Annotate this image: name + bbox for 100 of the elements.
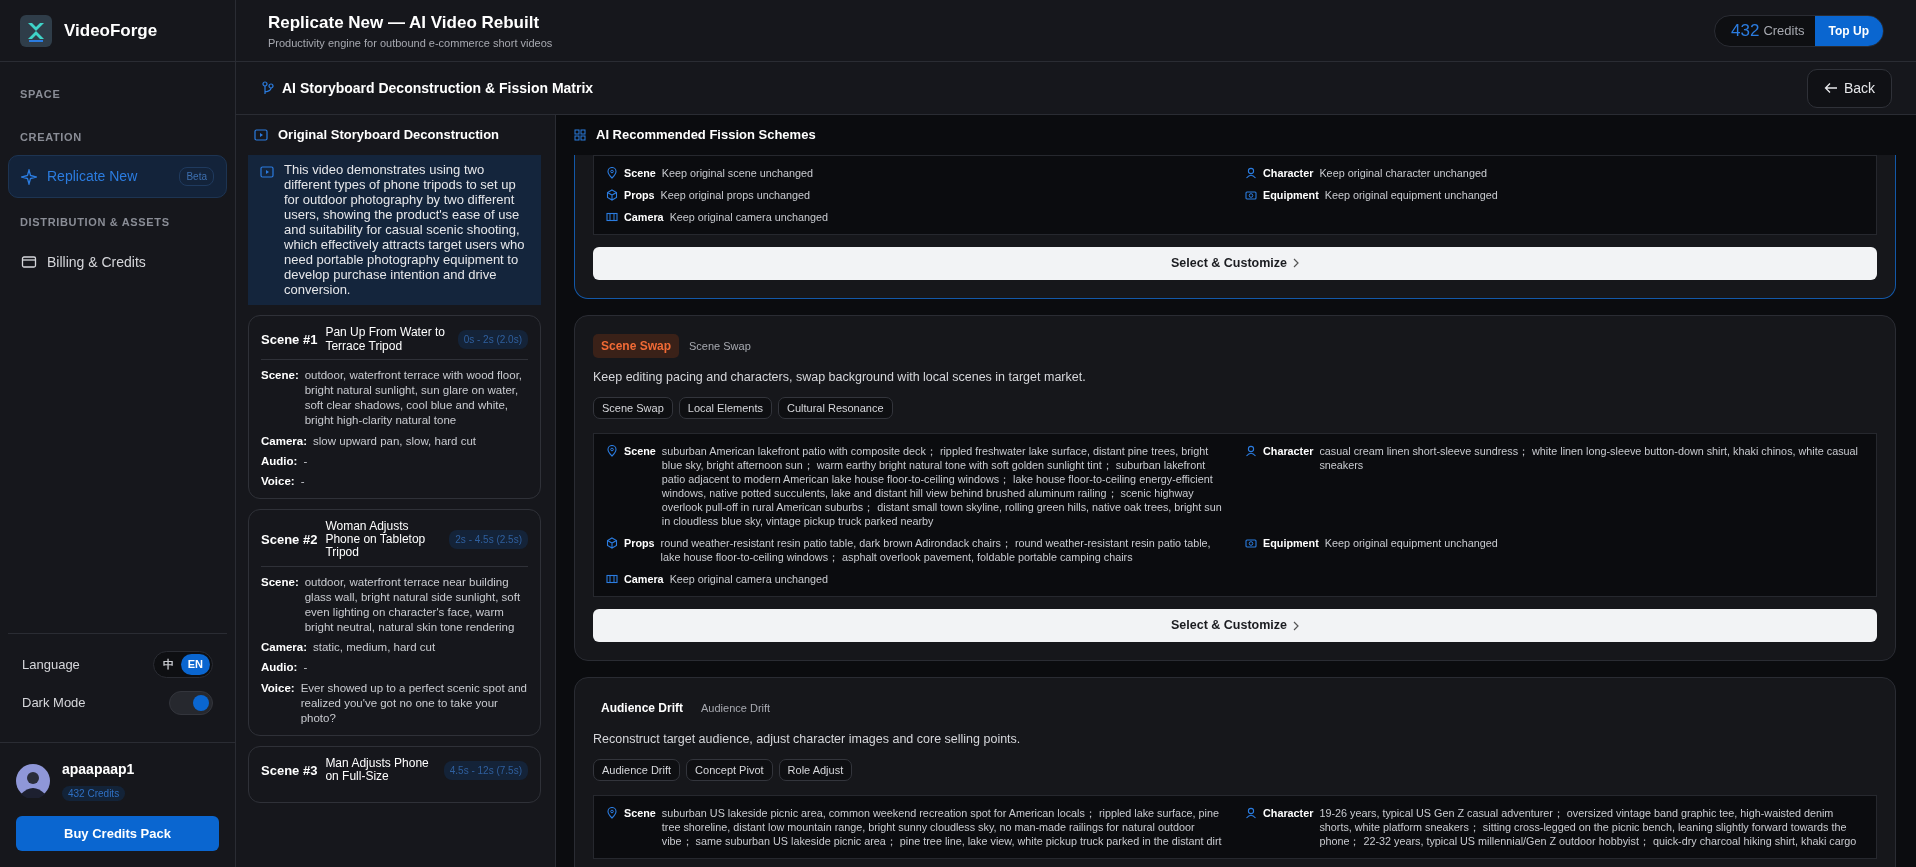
column-title: Original Storyboard Deconstruction — [278, 126, 500, 145]
section-heading: CREATION — [19, 129, 83, 145]
scheme-tag: Scene Swap — [593, 333, 680, 358]
scene-number: Scene #3 — [261, 761, 318, 780]
detail-value: Keep original equipment unchanged — [1324, 536, 1498, 551]
select-customize-button[interactable]: Select & Customize — [593, 247, 1877, 280]
section-title: AI Storyboard Deconstruction & Fission Matrix — [282, 78, 594, 98]
dark-mode-switch[interactable] — [169, 690, 213, 715]
field-label: Voice: — [261, 680, 295, 696]
select-customize-button[interactable]: Select & Customize — [593, 609, 1877, 643]
field-value: Ever showed up to a perfect scenic spot and realized you've got no one to take your photo? — [300, 680, 528, 726]
buy-credits-button[interactable]: Buy Credits Pack — [16, 815, 219, 851]
setting-label: Dark Mode — [22, 693, 86, 712]
beta-badge: Beta — [179, 167, 214, 186]
user-icon — [1245, 445, 1257, 458]
branch-icon — [262, 81, 274, 95]
logo-icon — [20, 14, 52, 47]
video-icon — [260, 165, 274, 179]
setting-label: Language — [22, 655, 80, 674]
scheme-subtitle: Audience Drift — [701, 700, 771, 716]
detail-label: Camera — [624, 210, 664, 225]
detail-label: Camera — [624, 572, 664, 587]
detail-value: casual cream linen short-sleeve sundress； white linen long-sleeve button-down shirt, khaki chinos, white casual sneakers — [1319, 444, 1859, 473]
keyword-chip: Scene Swap — [593, 396, 673, 420]
back-button[interactable]: Back — [1806, 68, 1892, 108]
camera-icon — [1245, 189, 1257, 202]
field-value: - — [303, 453, 309, 469]
detail-label: Character — [1263, 806, 1314, 821]
scene-title: Woman Adjusts Phone on Tabletop Tripod — [325, 520, 427, 560]
field-label: Voice: — [261, 473, 295, 489]
user-icon — [1245, 167, 1257, 179]
sparkle-icon — [21, 168, 37, 185]
keyword-chip: Audience Drift — [593, 758, 681, 782]
detail-label: Props — [624, 536, 655, 551]
time-badge: 0s - 2s (2.0s) — [457, 330, 528, 350]
scene-number: Scene #1 — [261, 330, 318, 349]
film-icon — [606, 573, 618, 586]
field-value: slow upward pan, slow, hard cut — [313, 433, 478, 449]
scene-title: Pan Up From Water to Terrace Tripod — [325, 326, 446, 353]
grid-icon — [574, 129, 586, 141]
brand-name: VideoForge — [64, 19, 158, 42]
scheme-description: Reconstruct target audience, adjust character images and core selling points. — [593, 731, 1022, 749]
section-heading: DISTRIBUTION & ASSETS — [19, 215, 171, 230]
detail-value: Keep original scene unchanged — [661, 166, 814, 181]
detail-label: Equipment — [1263, 188, 1319, 203]
detail-value: Keep original camera unchanged — [669, 572, 829, 587]
field-value: - — [303, 660, 309, 676]
page-subtitle: Productivity engine for outbound e-commerce short videos — [268, 36, 553, 51]
arrow-left-icon — [1823, 82, 1838, 94]
time-badge: 2s - 4.5s (2.5s) — [449, 530, 528, 550]
section-heading: SPACE — [19, 87, 62, 102]
detail-label: Character — [1263, 166, 1314, 181]
field-value: - — [300, 473, 306, 489]
scene-title: Man Adjusts Phone on Full-Size — [325, 757, 430, 784]
field-label: Camera: — [261, 640, 308, 656]
detail-value: Keep original character unchanged — [1319, 166, 1487, 181]
field-value: static, medium, hard cut — [313, 640, 437, 656]
credits-label: Credits — [1763, 21, 1806, 40]
detail-label: Scene — [624, 166, 656, 181]
cube-icon — [606, 189, 618, 202]
field-label: Camera: — [261, 433, 308, 449]
pin-icon — [606, 807, 618, 820]
field-value: outdoor, waterfront terrace with wood floor, bright natural sunlight, sun glare on water, soft clear shadows, cool blue and white, bright high-clarity natural tone — [304, 367, 524, 429]
film-icon — [606, 211, 618, 224]
top-up-button[interactable]: Top Up — [1814, 15, 1883, 46]
language-option[interactable]: 中 — [155, 654, 181, 675]
sidebar-item[interactable]: Replicate New Beta — [8, 155, 227, 198]
avatar — [16, 764, 50, 798]
user-name: apaapaap1 — [62, 759, 135, 779]
field-label: Scene: — [261, 574, 299, 590]
chevron-right-icon — [1293, 620, 1299, 631]
pin-icon — [606, 445, 618, 458]
detail-value: suburban American lakefront patio with composite deck； rippled freshwater lake surface, distant pine trees, bright blue sky, bright afternoon sun； warm earthy bright natural tone with soft golden sunlight tint； suburban lakefront patio adjacent to modern American lake house floor-to-ceiling windows； lake house floor-to-ceiling energy-efficient windows, native potted succulents, lake and distant hill view behind brushed aluminum railing； scenic highway overlook pull-off in rural American suburbs； distant small town skyline, rolling green hills, native oak trees, bright sun in cloudless blue sky, vintage pickup truck parked nearby — [661, 444, 1223, 529]
detail-value: suburban US lakeside picnic area, common weekend recreation spot for American locals； rippled lake surface, pine tree shoreline, distant low mountain range, bright sunny cloudless sky, no man-made railings for natural outdoor vibe； same suburban US lakeside picnic area； pine tree line, lake view, white pickup truck parked in the distant dirt — [661, 806, 1223, 849]
summary-text: This video demonstrates using two different types of phone tripods to set up for outdoor photography by two different users, showing the product's ease of use and suitability for casual scenic shooting, which effectively attracts target users who need portable photography equipment to develop purchase intention and drive conversion. — [284, 163, 526, 298]
credits-value: 432 — [1730, 19, 1761, 42]
field-label: Audio: — [261, 453, 298, 469]
keyword-chip: Local Elements — [678, 396, 772, 420]
language-toggle[interactable]: 中 EN — [152, 651, 213, 678]
field-value: outdoor, waterfront terrace near building glass wall, bright natural side sunlight, soft even lighting on character's face, warm bright neutral, natural skin tone rendering — [304, 574, 522, 636]
page-title: Replicate New — AI Video Rebuilt — [268, 11, 541, 34]
detail-value: 19-26 years, typical US Gen Z casual adventurer； oversized vintage band graphic tee, high-waisted denim shorts, white platform sneakers； sitting cross-legged on the picnic bench, leaning slightly forward towards the phone； 22-32 years, typical US millennial/Gen Z outdoor hobbyist； quick-dry charcoal hiking shirt, khaki cargo — [1319, 806, 1858, 849]
detail-value: round weather-resistant resin patio table, dark brown Adirondack chairs； round weather-resistant resin patio table, lake house floor-to-ceiling windows； asphalt overlook pavement, foldable portable camping chairs — [660, 536, 1212, 565]
detail-value: Keep original equipment unchanged — [1324, 188, 1498, 203]
wallet-icon — [21, 254, 37, 270]
scene-number: Scene #2 — [261, 531, 318, 550]
language-option[interactable]: EN — [180, 654, 210, 675]
cube-icon — [606, 537, 618, 550]
camera-icon — [1245, 537, 1257, 550]
keyword-chip: Role Adjust — [778, 758, 853, 782]
detail-label: Scene — [624, 444, 656, 459]
sidebar-item[interactable]: Billing & Credits — [8, 240, 227, 284]
detail-value: Keep original props unchanged — [660, 188, 811, 203]
user-icon — [1245, 807, 1257, 820]
scheme-subtitle: Scene Swap — [689, 338, 751, 354]
detail-label: Character — [1263, 444, 1314, 459]
detail-label: Props — [624, 188, 655, 203]
video-icon — [254, 128, 268, 142]
chevron-right-icon — [1293, 258, 1299, 269]
credits-badge: 432 Credits — [62, 785, 126, 801]
